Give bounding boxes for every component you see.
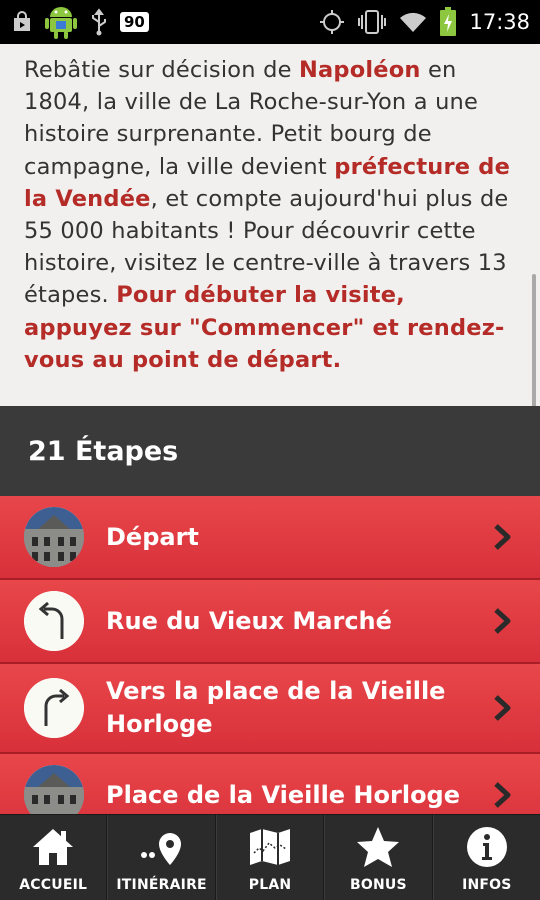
building-photo-thumbnail: [24, 765, 84, 814]
step-item-vers-la-place[interactable]: Vers la place de la Vieille Horloge: [0, 664, 540, 754]
nav-label: BONUS: [350, 877, 407, 893]
step-label: Place de la Vieille Horloge: [106, 780, 461, 809]
steps-count-title: 21 Étapes: [28, 435, 179, 467]
clock: 17:38: [469, 10, 530, 34]
step-label: Rue du Vieux Marché: [106, 606, 392, 635]
home-icon: [33, 829, 74, 865]
status-bar: 90 17:38: [0, 0, 540, 44]
map-icon: [250, 829, 291, 865]
chevron-right-icon: [494, 695, 511, 721]
turn-right-arrow-icon: [24, 678, 84, 738]
gps-icon: [319, 9, 345, 35]
steps-header: 21 Étapes: [0, 406, 540, 496]
building-photo-thumbnail: [24, 507, 84, 567]
chevron-right-icon: [494, 608, 511, 634]
step-label: Vers la place de la Vieille Horloge: [106, 677, 446, 738]
chevron-right-icon: [494, 524, 511, 550]
step-item-depart[interactable]: Départ: [0, 496, 540, 580]
nav-infos[interactable]: INFOS: [432, 815, 540, 900]
nav-label: PLAN: [248, 877, 292, 893]
wifi-icon: [399, 10, 427, 34]
nav-accueil[interactable]: ACCUEIL: [0, 815, 108, 900]
intro-text-panel[interactable]: Rebâtie sur décision de Napoléon en 1804…: [0, 44, 540, 464]
turn-left-arrow-icon: [24, 591, 84, 651]
shopping-bag-icon: [10, 10, 34, 34]
step-item-place-de-la-vieille-horloge[interactable]: Place de la Vieille Horloge: [0, 754, 540, 814]
info-icon: [466, 827, 507, 867]
usb-icon: [88, 8, 110, 36]
android-icon: [44, 3, 78, 41]
route-pin-icon: [140, 833, 181, 865]
steps-list[interactable]: Départ Rue du Vieux Marché Vers la place…: [0, 496, 540, 814]
intro-text-1: Rebâtie sur décision de: [24, 57, 299, 83]
chevron-right-icon: [494, 782, 511, 808]
step-label: Départ: [106, 522, 199, 551]
nav-plan[interactable]: PLAN: [215, 815, 325, 900]
battery-badge-icon: 90: [120, 12, 149, 32]
step-item-rue-du-vieux-marche[interactable]: Rue du Vieux Marché: [0, 580, 540, 664]
battery-level: 90: [120, 12, 149, 32]
charging-battery-icon: [439, 7, 457, 37]
star-icon: [357, 827, 400, 867]
bottom-navigation: ACCUEIL ITINÉRAIRE PLAN BONUS INFOS: [0, 814, 540, 900]
intro-paragraph: Rebâtie sur décision de Napoléon en 1804…: [24, 54, 518, 376]
nav-label: ITINÉRAIRE: [116, 877, 207, 893]
nav-label: INFOS: [462, 877, 512, 893]
nav-itineraire[interactable]: ITINÉRAIRE: [107, 815, 216, 900]
nav-label: ACCUEIL: [19, 877, 88, 893]
vibrate-icon: [357, 9, 387, 35]
nav-bonus[interactable]: BONUS: [324, 815, 433, 900]
intro-highlight-napoleon: Napoléon: [298, 57, 421, 83]
